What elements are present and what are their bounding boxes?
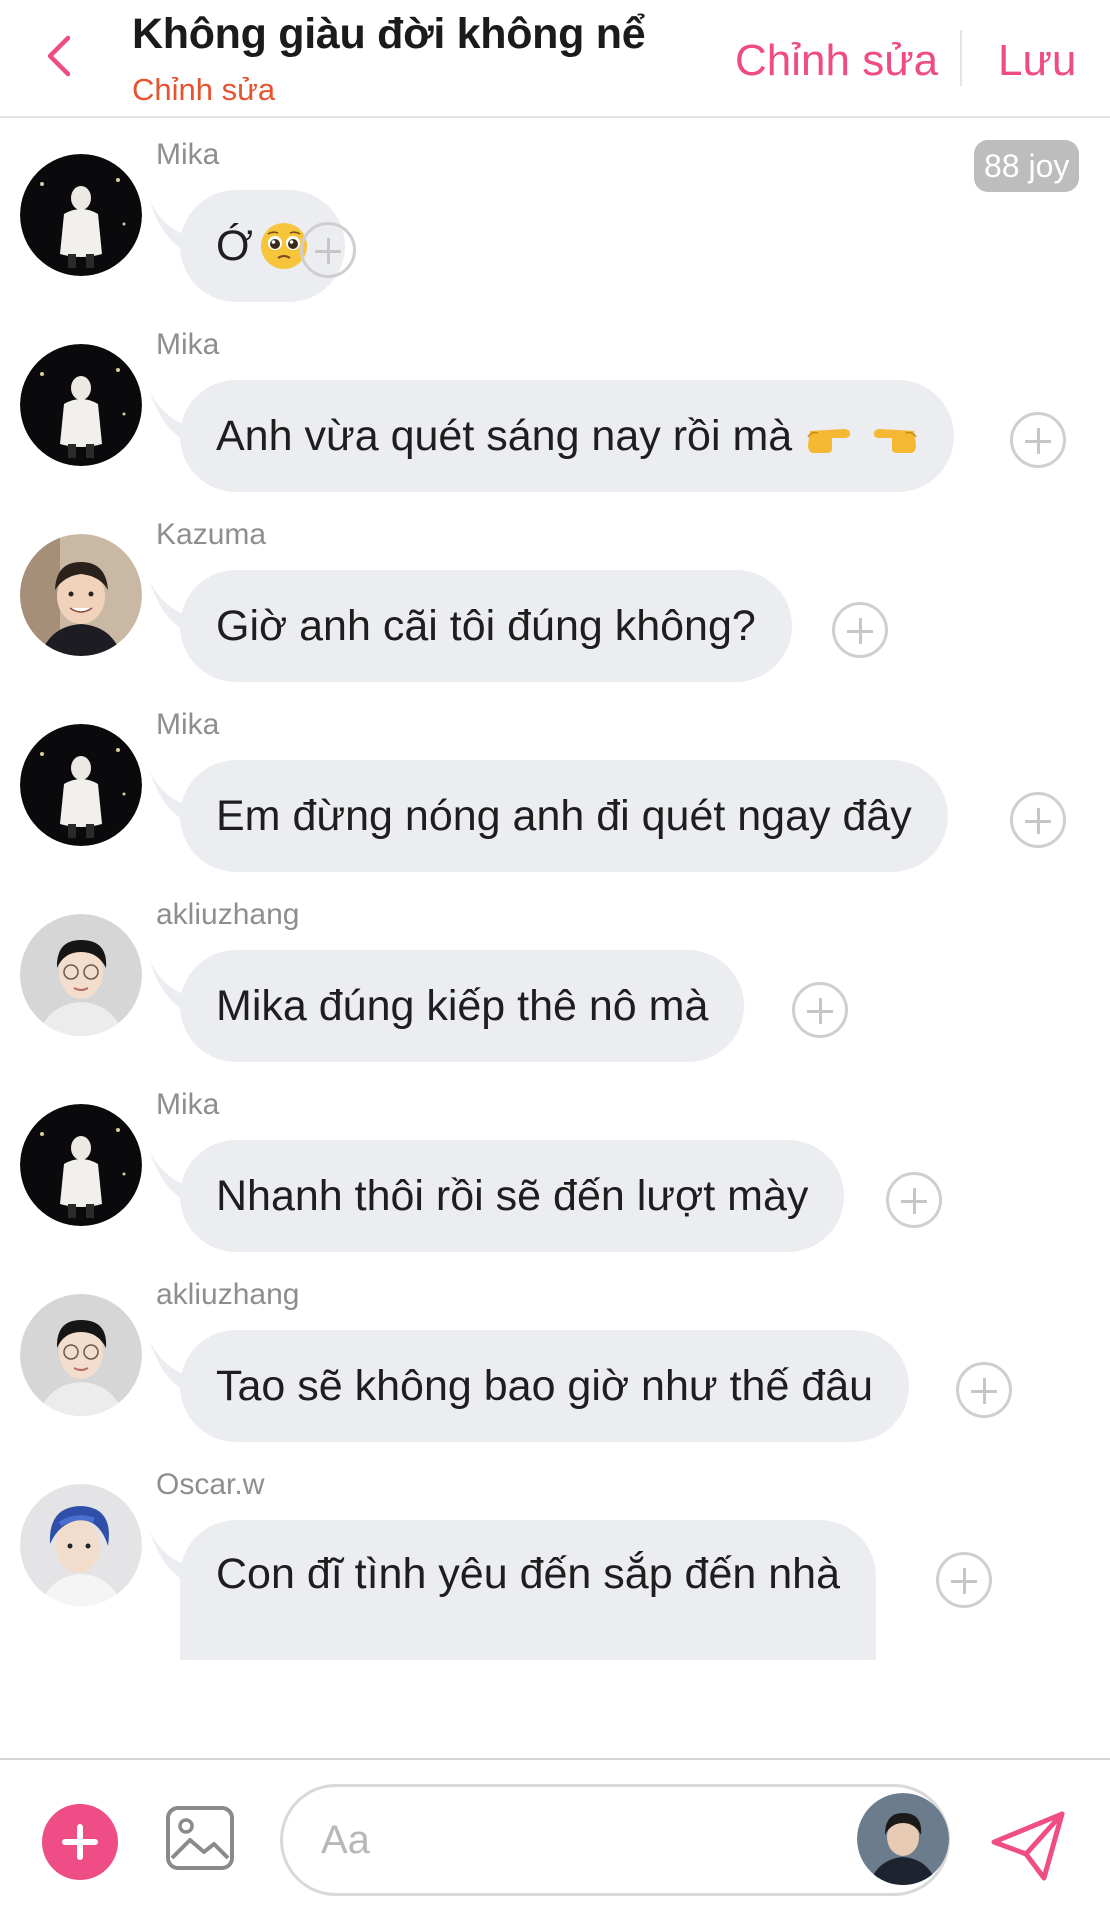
avatar-kazuma[interactable] — [20, 534, 142, 656]
chat-subtitle[interactable]: Chỉnh sửa — [132, 72, 275, 108]
message-input-wrapper — [280, 1784, 950, 1896]
avatar-akliuzhang[interactable] — [20, 1294, 142, 1416]
sender-name: Oscar.w — [156, 1468, 265, 1501]
avatar-mika[interactable] — [20, 344, 142, 466]
message-input[interactable] — [321, 1787, 821, 1893]
avatar-oscar[interactable] — [20, 1484, 142, 1606]
edit-button[interactable]: Chỉnh sửa — [735, 36, 938, 86]
sender-name: Mika — [156, 1088, 220, 1121]
add-reaction-button[interactable] — [832, 602, 888, 658]
avatar-image — [20, 914, 142, 1036]
sender-name: Mika — [156, 328, 220, 361]
message-item: Mika Nhanh thôi rồi sẽ đến lượt mày — [0, 1088, 1110, 1278]
message-text: Tao sẽ không bao giờ như thế đâu — [216, 1361, 874, 1410]
avatar-mika[interactable] — [20, 724, 142, 846]
point-left-emoji-icon — [874, 429, 917, 453]
point-right-emoji-icon — [807, 429, 851, 453]
back-chevron-icon[interactable] — [40, 34, 80, 78]
sender-name: Kazuma — [156, 518, 267, 551]
message-text: Nhanh thôi rồi sẽ đến lượt mày — [216, 1171, 809, 1220]
avatar-image — [20, 534, 142, 656]
image-gallery-icon[interactable] — [164, 1804, 236, 1872]
avatar-image — [20, 1294, 142, 1416]
message-bubble[interactable]: Mika đúng kiếp thê nô mà — [180, 950, 745, 1062]
sender-name: Mika — [156, 138, 220, 171]
message-text: Em đừng nóng anh đi quét ngay đây — [216, 791, 912, 840]
message-text: Giờ anh cãi tôi đúng không? — [216, 601, 756, 650]
message-text: Mika đúng kiếp thê nô mà — [216, 981, 709, 1030]
sender-name: akliuzhang — [156, 1278, 300, 1311]
add-reaction-button[interactable] — [792, 982, 848, 1038]
character-avatar-button[interactable] — [857, 1793, 949, 1885]
chat-title: Không giàu đời không nể — [132, 10, 646, 58]
message-text: Ớ — [216, 221, 253, 270]
save-button[interactable]: Lưu — [998, 36, 1076, 86]
sender-name: Mika — [156, 708, 220, 741]
message-composer — [0, 1758, 1110, 1920]
message-item: akliuzhang Mika đúng kiếp thê nô mà — [0, 898, 1110, 1088]
header-divider — [960, 30, 962, 86]
add-reaction-button[interactable] — [936, 1552, 992, 1608]
avatar-image — [20, 1104, 142, 1226]
message-bubble[interactable]: Con đĩ tình yêu đến sắp đến nhà — [180, 1520, 876, 1660]
add-reaction-button[interactable] — [1010, 792, 1066, 848]
avatar-image — [857, 1793, 949, 1885]
message-item: Mika Anh vừa quét sáng nay rồi mà — [0, 328, 1110, 518]
avatar-image — [20, 154, 142, 276]
message-item: Kazuma Giờ anh cãi tôi đúng không? — [0, 518, 1110, 708]
add-reaction-button[interactable] — [886, 1172, 942, 1228]
message-list[interactable]: 88 joy Mika Ớ Mika Anh vừa quét sáng nay… — [0, 120, 1110, 1758]
message-item: Mika Em đừng nóng anh đi quét ngay đây — [0, 708, 1110, 898]
avatar-mika[interactable] — [20, 1104, 142, 1226]
avatar-mika[interactable] — [20, 154, 142, 276]
add-reaction-button[interactable] — [956, 1362, 1012, 1418]
message-bubble[interactable]: Nhanh thôi rồi sẽ đến lượt mày — [180, 1140, 845, 1252]
sender-name: akliuzhang — [156, 898, 300, 931]
message-bubble[interactable]: Em đừng nóng anh đi quét ngay đây — [180, 760, 948, 872]
message-bubble[interactable]: Tao sẽ không bao giờ như thế đâu — [180, 1330, 910, 1442]
add-attachment-button[interactable] — [42, 1804, 118, 1880]
message-item: Mika Ớ — [0, 138, 1110, 328]
message-item: Oscar.w Con đĩ tình yêu đến sắp đến nhà — [0, 1468, 1110, 1660]
avatar-image — [20, 724, 142, 846]
message-text: Anh vừa quét sáng nay rồi mà — [216, 411, 793, 460]
avatar-image — [20, 344, 142, 466]
chat-header: Không giàu đời không nể Chỉnh sửa Chỉnh … — [0, 0, 1110, 118]
add-reaction-button[interactable] — [1010, 412, 1066, 468]
message-item: akliuzhang Tao sẽ không bao giờ như thế … — [0, 1278, 1110, 1468]
message-text: Con đĩ tình yêu đến sắp đến nhà — [216, 1550, 840, 1598]
send-icon[interactable] — [988, 1808, 1068, 1884]
avatar-image — [20, 1484, 142, 1606]
message-bubble[interactable]: Anh vừa quét sáng nay rồi mà — [180, 380, 955, 492]
add-reaction-button[interactable] — [300, 222, 356, 278]
avatar-akliuzhang[interactable] — [20, 914, 142, 1036]
message-bubble[interactable]: Giờ anh cãi tôi đúng không? — [180, 570, 792, 682]
